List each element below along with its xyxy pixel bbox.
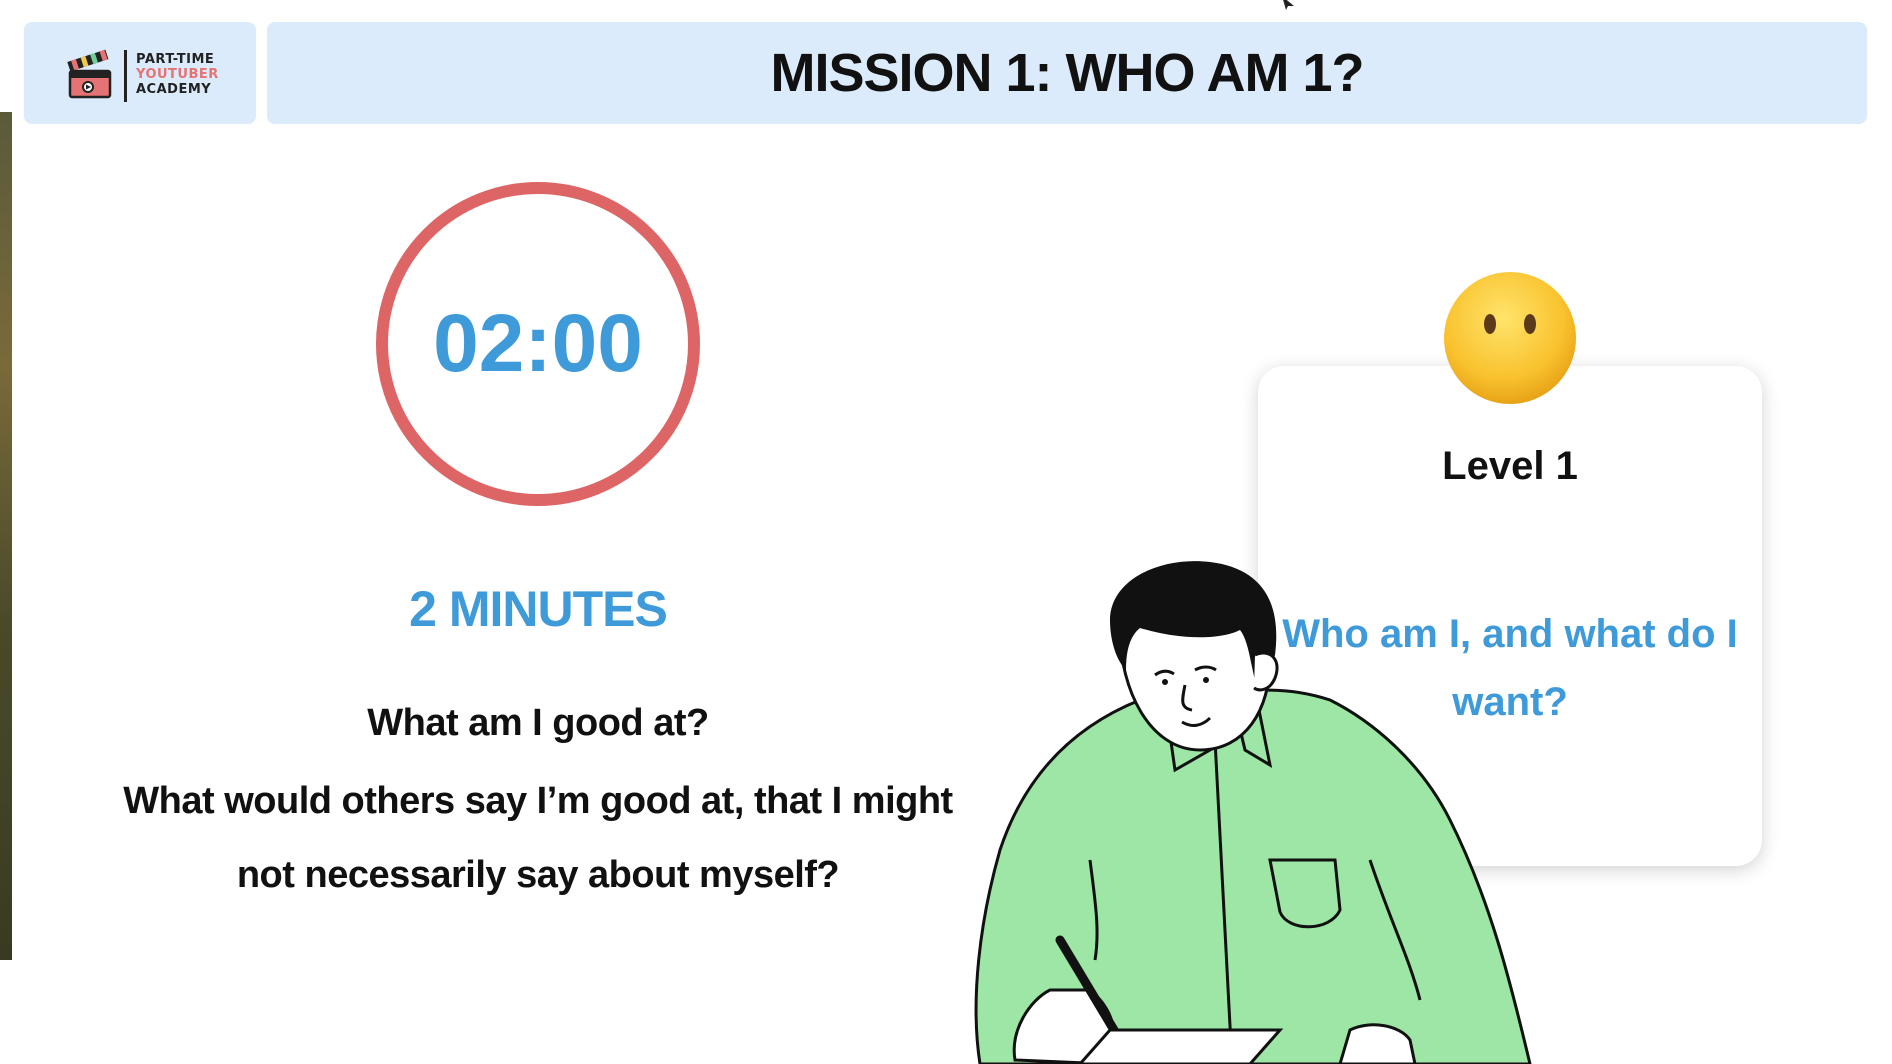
logo-line-2: YOUTUBER (136, 67, 219, 82)
title-banner: MISSION 1: WHO AM 1? (267, 22, 1867, 124)
clapperboard-icon (67, 49, 112, 99)
logo-line-3: ACADEMY (136, 82, 212, 97)
person-writing-icon (974, 561, 1532, 1064)
page-title: MISSION 1: WHO AM 1? (770, 43, 1364, 103)
mouse-cursor-icon (1283, 0, 1294, 10)
question-line-2: What would others say I’m good at, that … (123, 780, 953, 822)
logo-line-1: PART-TIME (136, 52, 215, 67)
slide-canvas: PART-TIME YOUTUBER ACADEMY MISSION 1: WH… (0, 0, 1892, 1064)
logo-divider (124, 50, 127, 102)
timer-display: 02:00 (433, 298, 643, 389)
question-line-1: What am I good at? (367, 702, 709, 744)
background-strip (0, 112, 12, 960)
logo-text: PART-TIME YOUTUBER ACADEMY (136, 52, 219, 97)
duration-label: 2 MINUTES (409, 581, 668, 637)
logo-box: PART-TIME YOUTUBER ACADEMY (24, 22, 256, 124)
question-line-3: not necessarily say about myself? (236, 854, 840, 896)
neutral-face-icon (1444, 272, 1576, 404)
level-title: Level 1 (1442, 444, 1578, 488)
